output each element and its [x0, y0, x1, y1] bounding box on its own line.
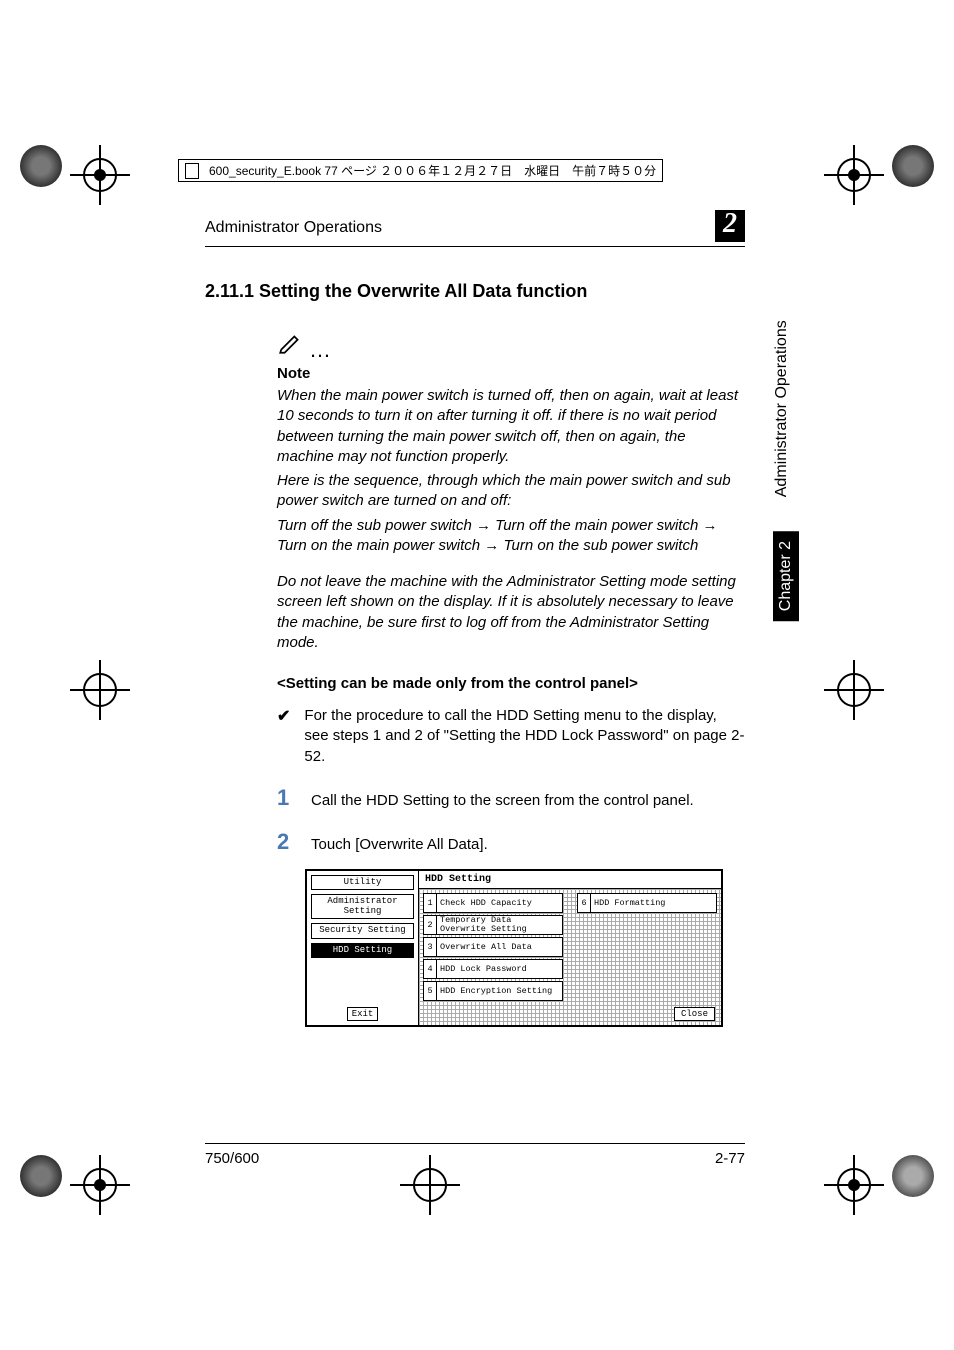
step-1: 1 Call the HDD Setting to the screen fro…	[277, 785, 745, 811]
registration-mark-icon	[824, 660, 884, 720]
checkmark-icon: ✔	[277, 706, 290, 767]
menu-item-check-capacity[interactable]: 1Check HDD Capacity	[423, 893, 563, 913]
ellipsis-icon: …	[309, 346, 334, 361]
menu-item-temp-overwrite[interactable]: 2Temporary Data Overwrite Setting	[423, 915, 563, 935]
side-title-label: Administrator Operations	[773, 320, 799, 497]
section-heading: 2.11.1 Setting the Overwrite All Data fu…	[205, 281, 745, 302]
sidebar-tab-hdd[interactable]: HDD Setting	[311, 943, 414, 958]
note-label: Note	[277, 365, 745, 382]
bullet-text: For the procedure to call the HDD Settin…	[304, 706, 745, 767]
screenshot-main: HDD Setting 1Check HDD Capacity 6HDD For…	[419, 871, 721, 1025]
note-body: When the main power switch is turned off…	[277, 386, 745, 653]
registration-mark-icon	[824, 1155, 884, 1215]
running-head: Administrator Operations 2	[205, 210, 745, 247]
running-head-text: Administrator Operations	[205, 219, 382, 237]
exit-button[interactable]: Exit	[347, 1007, 379, 1021]
note-paragraph: Here is the sequence, through which the …	[277, 471, 745, 512]
content-area: Administrator Operations 2 2.11.1 Settin…	[205, 210, 745, 1027]
print-dot-icon	[892, 1155, 934, 1197]
menu-item-lock-password[interactable]: 4HDD Lock Password	[423, 959, 563, 979]
print-dot-icon	[20, 145, 62, 187]
page-footer: 750/600 2-77	[205, 1143, 745, 1167]
prerequisite-bullet: ✔ For the procedure to call the HDD Sett…	[277, 706, 745, 767]
chapter-number-badge: 2	[715, 210, 745, 242]
footer-pageno: 2-77	[715, 1150, 745, 1167]
screenshot-sidebar: Utility Administrator Setting Security S…	[307, 871, 419, 1025]
step-number: 1	[277, 785, 291, 811]
note-block: … Note When the main power switch is tur…	[277, 330, 745, 653]
registration-mark-icon	[70, 145, 130, 205]
close-button[interactable]: Close	[674, 1007, 715, 1021]
note-paragraph: Do not leave the machine with the Admini…	[277, 572, 745, 653]
side-tab: Chapter 2 Administrator Operations	[773, 320, 799, 621]
note-paragraph: Turn off the sub power switch → Turn off…	[277, 516, 745, 557]
menu-item-hdd-formatting[interactable]: 6HDD Formatting	[577, 893, 717, 913]
step-2: 2 Touch [Overwrite All Data].	[277, 829, 745, 855]
note-paragraph: When the main power switch is turned off…	[277, 386, 745, 467]
page: 600_security_E.book 77 ページ ２００６年１２月２７日 水…	[0, 0, 954, 1350]
menu-item-overwrite-all[interactable]: 3Overwrite All Data	[423, 937, 563, 957]
print-dot-icon	[20, 1155, 62, 1197]
menu-item-encryption[interactable]: 5HDD Encryption Setting	[423, 981, 563, 1001]
note-head: …	[277, 330, 745, 361]
source-file-bar: 600_security_E.book 77 ページ ２００６年１２月２７日 水…	[178, 159, 663, 182]
registration-mark-icon	[70, 660, 130, 720]
step-text: Call the HDD Setting to the screen from …	[311, 792, 694, 809]
sub-heading: <Setting can be made only from the contr…	[277, 675, 745, 692]
source-file-label: 600_security_E.book 77 ページ ２００６年１２月２７日 水…	[209, 162, 656, 179]
sidebar-tab-security[interactable]: Security Setting	[311, 923, 414, 938]
sidebar-tab-utility[interactable]: Utility	[311, 875, 414, 890]
menu-grid: 1Check HDD Capacity 6HDD Formatting 2Tem…	[419, 889, 721, 1005]
registration-mark-icon	[824, 145, 884, 205]
step-number: 2	[277, 829, 291, 855]
footer-model: 750/600	[205, 1150, 259, 1167]
print-dot-icon	[892, 145, 934, 187]
pencil-icon	[277, 330, 303, 361]
sidebar-tab-admin[interactable]: Administrator Setting	[311, 894, 414, 919]
screenshot-title: HDD Setting	[419, 871, 721, 889]
side-chapter-label: Chapter 2	[773, 531, 799, 621]
document-icon	[185, 163, 199, 179]
device-screenshot: Utility Administrator Setting Security S…	[305, 869, 723, 1027]
registration-mark-icon	[70, 1155, 130, 1215]
step-text: Touch [Overwrite All Data].	[311, 836, 488, 853]
